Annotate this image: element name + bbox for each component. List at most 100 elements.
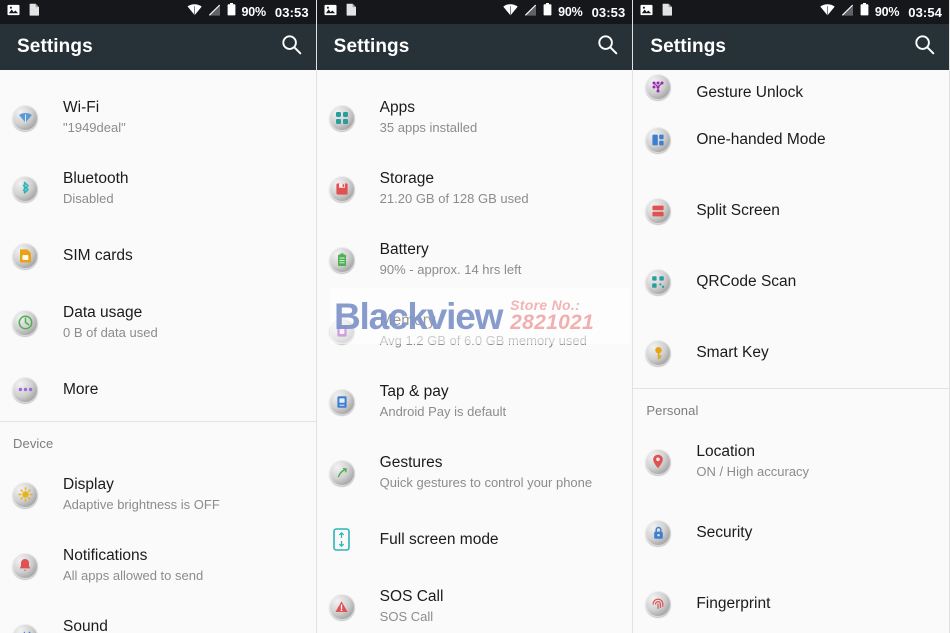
- list-item-text: More: [63, 380, 98, 399]
- list-item-notifications[interactable]: Notifications All apps allowed to send: [0, 530, 316, 601]
- list-item-text: Storage 21.20 GB of 128 GB used: [380, 169, 529, 208]
- signal-no-service-icon: [208, 3, 221, 21]
- list-item-text: Fingerprint: [696, 594, 770, 613]
- battery-icon: [328, 246, 355, 273]
- list-item-location[interactable]: Location ON / High accuracy: [633, 426, 949, 497]
- settings-screen-features-personal: 90% 03:54 Settings Gesture Unlock One-ha…: [633, 0, 950, 633]
- list-item-text: Tap & pay Android Pay is default: [380, 382, 506, 421]
- list-item-tap-and-pay[interactable]: Tap & pay Android Pay is default: [317, 366, 633, 437]
- fingerprint-icon: [645, 590, 672, 617]
- data-usage-icon: [12, 309, 38, 336]
- list-item-text: Sound Ring volume at 60%: [63, 617, 179, 633]
- document-icon: [346, 3, 357, 21]
- status-bar-left-icons: [324, 3, 357, 21]
- list-item-title: Gestures: [379, 454, 443, 471]
- list-item-sos-call[interactable]: SOS Call SOS Call: [317, 571, 633, 633]
- list-item-sound[interactable]: Sound Ring volume at 60%: [0, 601, 316, 633]
- full-screen-mode-icon: [329, 527, 355, 553]
- settings-screen-apps-gestures: 90% 03:53 Settings Apps 35 apps installe…: [316, 0, 634, 633]
- sound-icon: [12, 623, 38, 633]
- app-bar: Settings: [633, 24, 950, 70]
- list-item-battery[interactable]: Battery 90% - approx. 14 hrs left: [317, 224, 633, 295]
- list-item-text: One-handed Mode: [696, 130, 825, 149]
- settings-list: Apps 35 apps installed Storage 21.20 GB …: [317, 70, 633, 633]
- list-item-gestures[interactable]: Gestures Quick gestures to control your …: [317, 437, 633, 508]
- list-item-security[interactable]: Security: [633, 497, 949, 568]
- storage-icon: [328, 175, 355, 202]
- list-item-bluetooth[interactable]: Bluetooth Disabled: [0, 153, 316, 224]
- list-item-text: SOS Call SOS Call: [380, 587, 444, 626]
- list-item-data-usage[interactable]: Data usage 0 B of data used: [0, 287, 316, 358]
- list-item-display[interactable]: Display Adaptive brightness is OFF: [0, 459, 316, 530]
- list-item-subtitle: 35 apps installed: [379, 120, 478, 135]
- display-icon: [12, 481, 38, 508]
- status-bar-right-icons: 90% 03:54: [820, 3, 942, 21]
- image-icon: [7, 3, 20, 21]
- list-item-title: Fingerprint: [696, 595, 771, 612]
- battery-icon: [543, 3, 552, 21]
- list-item-subtitle: Quick gestures to control your phone: [379, 475, 593, 490]
- wifi-icon: [186, 3, 202, 21]
- tap-and-pay-icon: [328, 388, 355, 415]
- list-item-subtitle: Avg 1.2 GB of 6.0 GB memory used: [379, 333, 587, 348]
- list-top-spacer: [0, 70, 316, 82]
- settings-list: Wi-Fi "1949deal" Bluetooth Disabled SIM …: [0, 70, 316, 633]
- wifi-icon: [12, 104, 38, 131]
- smart-key-icon: [645, 339, 672, 366]
- list-item-subtitle: "1949deal": [63, 120, 126, 135]
- list-item-text: Gestures Quick gestures to control your …: [380, 453, 592, 492]
- list-item-title: Split Screen: [696, 202, 780, 219]
- search-icon[interactable]: [597, 34, 618, 60]
- wifi-icon: [503, 3, 518, 21]
- status-bar: 90% 03:53: [316, 0, 633, 24]
- list-item-storage[interactable]: Storage 21.20 GB of 128 GB used: [317, 153, 633, 224]
- image-icon: [324, 3, 337, 21]
- search-icon[interactable]: [914, 34, 935, 60]
- list-item-more[interactable]: More: [0, 358, 316, 421]
- list-item-title: Security: [696, 524, 753, 541]
- list-item-fingerprint[interactable]: Fingerprint: [633, 568, 949, 633]
- list-item-split-screen[interactable]: Split Screen: [633, 175, 949, 246]
- list-item-full-screen-mode[interactable]: Full screen mode: [317, 508, 633, 571]
- list-item-title: Tap & pay: [379, 383, 449, 400]
- list-item-text: Location ON / High accuracy: [696, 442, 809, 481]
- list-item-one-handed-mode[interactable]: One-handed Mode: [633, 104, 949, 175]
- status-bar: 90% 03:54: [633, 0, 950, 24]
- sos-call-icon: [328, 593, 355, 620]
- settings-list: Gesture Unlock One-handed Mode Split Scr…: [633, 70, 950, 633]
- list-item-title: Notifications: [63, 547, 148, 564]
- list-item-gesture-unlock[interactable]: Gesture Unlock: [633, 70, 949, 104]
- list-item-title: Location: [696, 443, 755, 460]
- list-item-apps[interactable]: Apps 35 apps installed: [317, 82, 633, 153]
- list-item-qrcode-scan[interactable]: QRCode Scan: [633, 246, 949, 317]
- bluetooth-icon: [12, 175, 38, 202]
- battery-icon: [860, 3, 869, 21]
- list-item-title: QRCode Scan: [696, 273, 797, 290]
- notifications-icon: [12, 552, 38, 579]
- list-item-title: Memory: [379, 312, 436, 329]
- battery-percent: 90%: [558, 4, 583, 19]
- list-item-sim-cards[interactable]: SIM cards: [0, 224, 316, 287]
- list-item-text: Battery 90% - approx. 14 hrs left: [380, 240, 522, 279]
- page-title: Settings: [333, 36, 410, 57]
- list-item-text: Apps 35 apps installed: [380, 98, 478, 137]
- list-item-text: Notifications All apps allowed to send: [63, 546, 203, 585]
- list-item-text: Wi-Fi "1949deal": [63, 98, 126, 137]
- list-item-memory[interactable]: Memory Avg 1.2 GB of 6.0 GB memory used: [317, 295, 633, 366]
- section-header-device: Device: [13, 436, 54, 451]
- list-item-title: Storage: [379, 170, 434, 187]
- security-icon: [645, 519, 672, 546]
- apps-icon: [328, 104, 355, 131]
- clock: 03:54: [908, 4, 943, 20]
- search-icon[interactable]: [281, 34, 302, 60]
- list-item-text: SIM cards: [63, 246, 133, 265]
- page-title: Settings: [650, 36, 727, 57]
- battery-percent: 90%: [241, 4, 267, 19]
- gesture-unlock-icon: [645, 74, 672, 100]
- section-header-personal: Personal: [646, 403, 699, 418]
- list-item-title: Smart Key: [696, 344, 769, 361]
- list-item-wifi[interactable]: Wi-Fi "1949deal": [0, 82, 316, 153]
- status-bar-right-icons: 90% 03:53: [186, 3, 309, 21]
- list-item-smart-key[interactable]: Smart Key: [633, 317, 949, 388]
- split-screen-icon: [645, 197, 672, 224]
